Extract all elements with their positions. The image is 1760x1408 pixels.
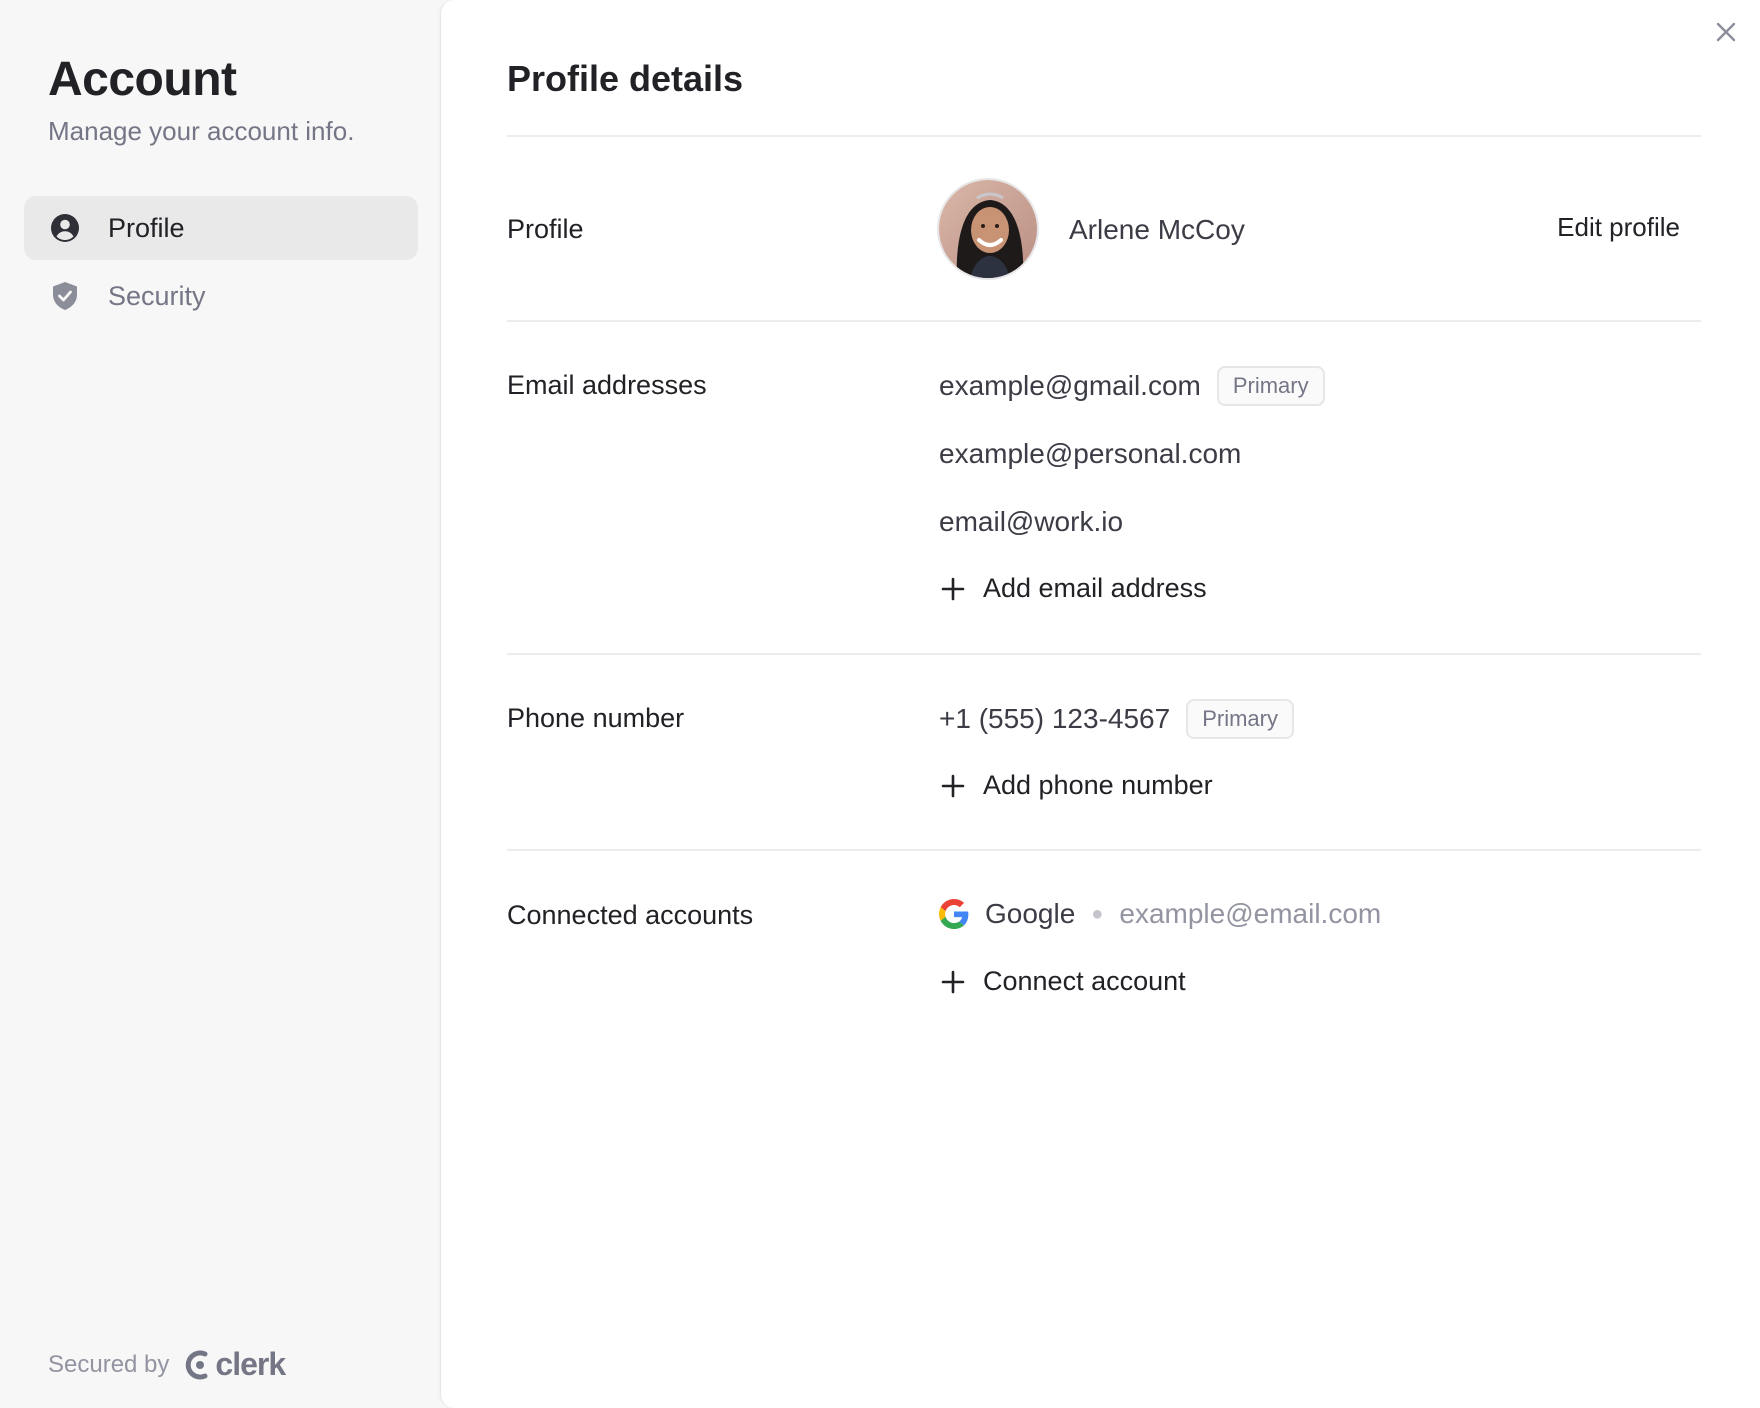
email-address: example@gmail.com bbox=[939, 370, 1201, 401]
phone-row[interactable]: +1 (555) 123-4567 Primary bbox=[939, 699, 1294, 739]
primary-badge: Primary bbox=[1186, 699, 1294, 739]
profile-name: Arlene McCoy bbox=[1069, 214, 1245, 245]
connected-account-row[interactable]: Google ● example@email.com bbox=[939, 898, 1381, 930]
secured-by-label: Secured by bbox=[48, 1350, 170, 1378]
sidebar-subtitle: Manage your account info. bbox=[48, 116, 355, 146]
close-icon[interactable] bbox=[1712, 18, 1740, 46]
email-row[interactable]: example@gmail.com Primary bbox=[939, 366, 1325, 406]
connect-account-label: Connect account bbox=[983, 966, 1186, 996]
avatar bbox=[937, 178, 1039, 280]
divider bbox=[507, 135, 1701, 137]
edit-profile-button[interactable]: Edit profile bbox=[1557, 212, 1680, 243]
shield-check-icon bbox=[50, 281, 80, 311]
email-address: email@work.io bbox=[939, 506, 1124, 537]
section-label-phone: Phone number bbox=[507, 703, 685, 733]
section-label-emails: Email addresses bbox=[507, 370, 707, 400]
plus-icon bbox=[941, 577, 965, 600]
clerk-logo-text: clerk bbox=[215, 1346, 286, 1382]
plus-icon bbox=[941, 774, 965, 797]
divider bbox=[507, 653, 1701, 655]
section-label-connected: Connected accounts bbox=[507, 900, 754, 930]
page-title: Profile details bbox=[507, 58, 744, 99]
add-email-label: Add email address bbox=[983, 573, 1207, 603]
phone-number: +1 (555) 123-4567 bbox=[939, 703, 1171, 734]
plus-icon bbox=[941, 970, 965, 993]
sidebar-item-label: Security bbox=[108, 280, 206, 311]
add-phone-button[interactable]: Add phone number bbox=[939, 770, 1213, 801]
sidebar-item-security[interactable]: Security bbox=[24, 264, 418, 328]
email-row[interactable]: email@work.io bbox=[939, 506, 1123, 538]
divider bbox=[507, 849, 1701, 851]
sidebar-title: Account bbox=[48, 53, 237, 106]
user-circle-icon bbox=[50, 213, 80, 243]
sidebar: Account Manage your account info. Profil… bbox=[0, 0, 440, 1408]
divider bbox=[507, 320, 1701, 322]
profile-panel: Profile details Profile Arlene McCoy Edi… bbox=[440, 0, 1760, 1408]
clerk-logo[interactable]: clerk bbox=[185, 1346, 286, 1383]
primary-badge: Primary bbox=[1216, 366, 1325, 406]
connected-account-email: example@email.com bbox=[1119, 898, 1382, 929]
email-row[interactable]: example@personal.com bbox=[939, 438, 1241, 470]
clerk-logo-icon bbox=[186, 1350, 208, 1379]
connect-account-button[interactable]: Connect account bbox=[939, 966, 1186, 997]
separator-dot: ● bbox=[1091, 902, 1104, 925]
add-phone-label: Add phone number bbox=[983, 770, 1213, 800]
add-email-button[interactable]: Add email address bbox=[939, 573, 1207, 604]
google-icon bbox=[939, 899, 969, 929]
secured-by-footer: Secured by clerk bbox=[48, 1346, 286, 1383]
sidebar-item-label: Profile bbox=[108, 212, 185, 243]
provider-name: Google bbox=[985, 898, 1076, 929]
email-address: example@personal.com bbox=[939, 438, 1242, 469]
sidebar-item-profile[interactable]: Profile bbox=[24, 196, 418, 260]
section-label-profile: Profile bbox=[507, 214, 584, 244]
